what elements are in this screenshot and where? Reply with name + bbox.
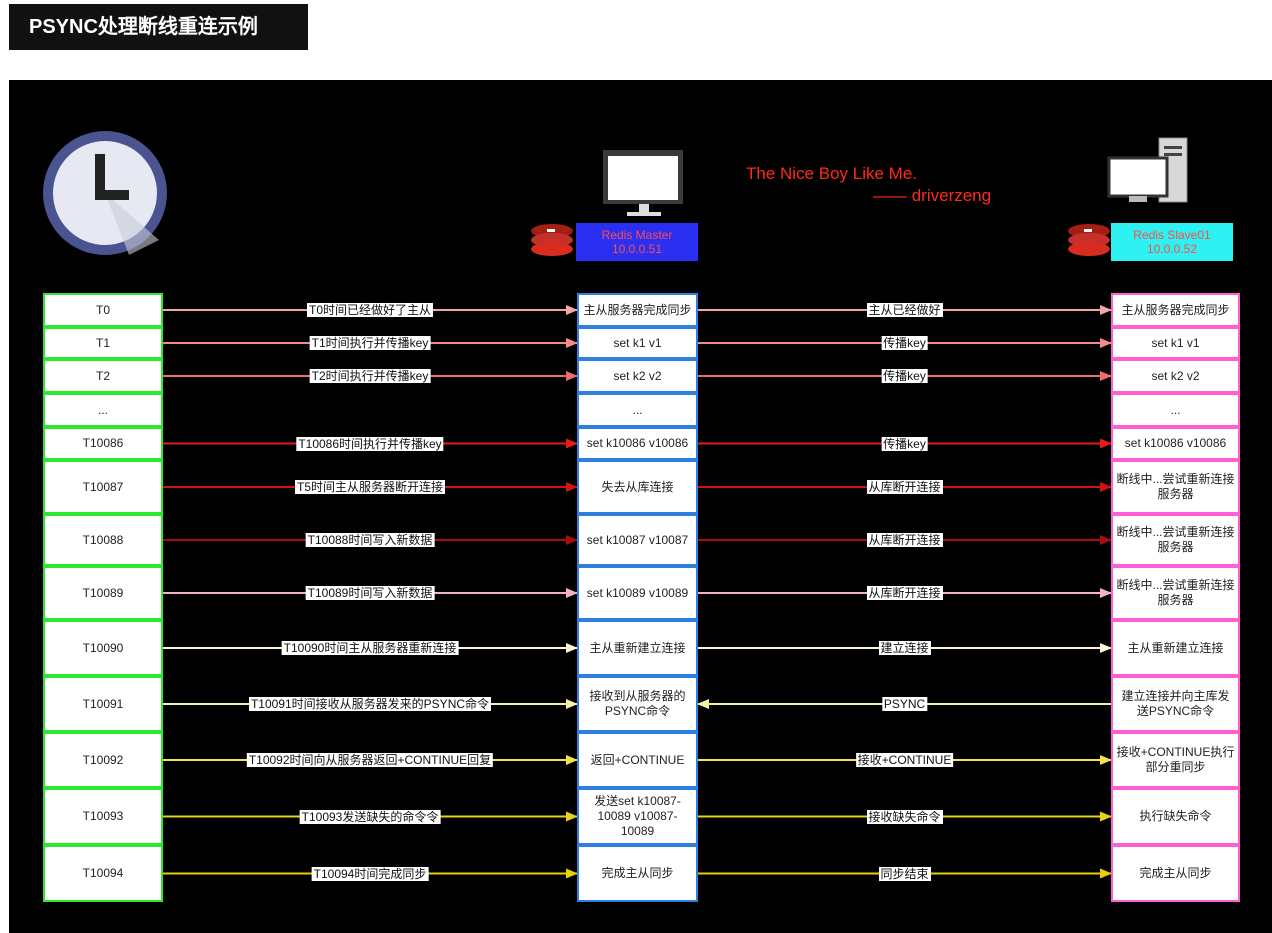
- monitor-icon: [603, 150, 683, 216]
- master-cell: 完成主从同步: [577, 845, 698, 902]
- edge-label-right: 接收+CONTINUE: [855, 753, 954, 767]
- master-ip: 10.0.0.51: [611, 242, 663, 256]
- edge-label-left: T10086时间执行并传播key: [296, 436, 444, 451]
- slave-cell: set k2 v2: [1111, 359, 1240, 393]
- time-cell: T10093: [43, 788, 163, 845]
- time-cell: T10089: [43, 566, 163, 620]
- edge-label-left: T2时间执行并传播key: [309, 369, 431, 383]
- desktop-computer-icon: [1107, 137, 1188, 203]
- edge-label-left: T1时间执行并传播key: [309, 336, 431, 350]
- edge-label-right: 从库断开连接: [866, 586, 943, 600]
- edge-label-right: 接收缺失命令: [866, 809, 943, 824]
- edge-label-right: 同步结束: [878, 866, 931, 881]
- master-cell: 返回+CONTINUE: [577, 732, 698, 788]
- slave-cell: set k10086 v10086: [1111, 427, 1240, 460]
- slave-cell: 执行缺失命令: [1111, 788, 1240, 845]
- edge-label-left: T10090时间主从服务器重新连接: [281, 641, 459, 655]
- edge-label-left: T5时间主从服务器断开连接: [294, 480, 446, 494]
- slave-name: Redis Slave01: [1133, 228, 1211, 242]
- slave-cell: 接收+CONTINUE执行部分重同步: [1111, 732, 1240, 788]
- time-cell: T1: [43, 327, 163, 359]
- time-cell: T10091: [43, 676, 163, 732]
- edge-label-left: T10088时间写入新数据: [305, 533, 435, 547]
- slave-ip: 10.0.0.52: [1146, 242, 1198, 256]
- time-cell: T10088: [43, 514, 163, 566]
- master-cell: set k2 v2: [577, 359, 698, 393]
- master-cell: set k10086 v10086: [577, 427, 698, 460]
- master-cell: 主从服务器完成同步: [577, 293, 698, 327]
- time-cell: T2: [43, 359, 163, 393]
- slave-cell: 完成主从同步: [1111, 845, 1240, 902]
- slave-cell: set k1 v1: [1111, 327, 1240, 359]
- time-cell: ...: [43, 393, 163, 427]
- redis-logo-icon: [531, 224, 573, 256]
- master-cell: 主从重新建立连接: [577, 620, 698, 676]
- time-cell: T10090: [43, 620, 163, 676]
- edge-label-left: T10093发送缺失的命令令: [299, 809, 441, 824]
- credit-line2: —— driverzeng: [873, 186, 992, 205]
- master-cell: 失去从库连接: [577, 460, 698, 514]
- slave-cell: 主从重新建立连接: [1111, 620, 1240, 676]
- edge-label-right: 从库断开连接: [866, 533, 943, 547]
- slave-cell: 断线中...尝试重新连接服务器: [1111, 460, 1240, 514]
- master-cell: set k10087 v10087: [577, 514, 698, 566]
- time-cell: T10087: [43, 460, 163, 514]
- clock-icon: [43, 131, 167, 255]
- master-cell: 发送set k10087-10089 v10087-10089: [577, 788, 698, 845]
- slave-header: Redis Slave01 10.0.0.52: [1111, 223, 1233, 261]
- page-title: PSYNC处理断线重连示例: [9, 4, 308, 50]
- edge-label-left: T10089时间写入新数据: [305, 586, 435, 600]
- redis-logo-icon: [1068, 224, 1110, 256]
- edge-label-right: PSYNC: [881, 697, 928, 711]
- credit-line1: The Nice Boy Like Me.: [746, 164, 918, 183]
- time-cell: T10092: [43, 732, 163, 788]
- slave-cell: 断线中...尝试重新连接服务器: [1111, 566, 1240, 620]
- edge-label-left: T10094时间完成同步: [311, 866, 429, 881]
- edge-label-right: 传播key: [881, 369, 928, 383]
- edge-label-left: T0时间已经做好了主从: [306, 303, 434, 317]
- edge-label-left: T10091时间接收从服务器发来的PSYNC命令: [248, 697, 492, 711]
- master-cell: 接收到从服务器的PSYNC命令: [577, 676, 698, 732]
- master-cell: set k1 v1: [577, 327, 698, 359]
- time-cell: T10094: [43, 845, 163, 902]
- slave-cell: 断线中...尝试重新连接服务器: [1111, 514, 1240, 566]
- diagram-canvas: The Nice Boy Like Me. —— driverzeng Redi…: [9, 80, 1272, 933]
- slave-cell: ...: [1111, 393, 1240, 427]
- edge-label-left: T10092时间向从服务器返回+CONTINUE回复: [246, 753, 494, 767]
- master-cell: set k10089 v10089: [577, 566, 698, 620]
- edge-label-right: 从库断开连接: [866, 480, 943, 494]
- slave-cell: 主从服务器完成同步: [1111, 293, 1240, 327]
- master-name: Redis Master: [601, 228, 673, 242]
- slave-cell: 建立连接并向主库发送PSYNC命令: [1111, 676, 1240, 732]
- edge-label-right: 传播key: [881, 436, 928, 451]
- master-cell: ...: [577, 393, 698, 427]
- edge-label-right: 主从已经做好: [866, 303, 943, 317]
- master-header: Redis Master 10.0.0.51: [576, 223, 698, 261]
- edge-label-right: 建立连接: [878, 641, 931, 655]
- time-cell: T0: [43, 293, 163, 327]
- edge-label-right: 传播key: [881, 336, 928, 350]
- time-cell: T10086: [43, 427, 163, 460]
